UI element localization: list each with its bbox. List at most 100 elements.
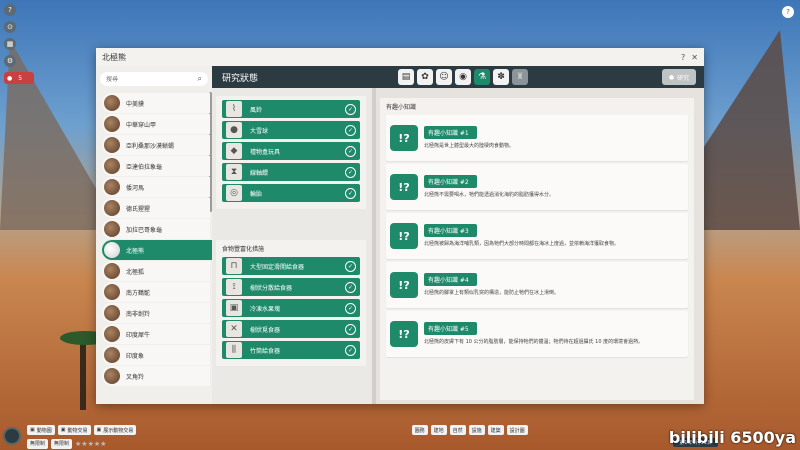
person-icon: ●	[668, 73, 675, 81]
list-item[interactable]: 中華穿山甲	[102, 114, 210, 134]
chip-label: 動物交易	[67, 427, 88, 434]
list-item[interactable]: 叉角羚	[102, 366, 210, 386]
list-item-selected[interactable]: 北極熊	[102, 240, 214, 260]
ice-block-icon: ▣	[226, 300, 242, 316]
snowball-icon: ●	[226, 122, 242, 138]
gear-icon[interactable]: ⚙	[4, 55, 16, 67]
trophy-icon[interactable]: ♜	[512, 69, 528, 85]
toolbar-label: 建地	[433, 427, 444, 434]
research-item[interactable]: ⫼ 竹筒給食器 ✓	[222, 341, 360, 359]
window-header: 北極熊 ? ✕	[96, 48, 704, 66]
toolbar-label: 建築	[490, 427, 501, 434]
list-item[interactable]: 印度犀牛	[102, 324, 210, 344]
doc-icon[interactable]: ▤	[398, 69, 414, 85]
left-hud: ? ⊙ ▦ ⚙ ● 5	[4, 4, 34, 84]
item-label: 禮物盒玩具	[250, 148, 281, 156]
list-item[interactable]: 倭河馬	[102, 177, 210, 197]
toolbar-button[interactable]: 設施	[468, 425, 485, 435]
facts-panel: 有趣小知識 !? 有趣小知識 #1 北極熊是世上體型最大的陸棲肉食動物。 !? 有趣小…	[380, 98, 694, 400]
check-icon: ✓	[345, 281, 356, 293]
calendar-icon[interactable]: ▦	[4, 38, 16, 50]
research-item[interactable]: ⊓ 大型固定滑開給食器 ✓	[222, 257, 360, 275]
person-icon: ●	[7, 74, 13, 82]
wind-chime-icon: ⌇	[226, 101, 242, 117]
animal-thumb	[104, 263, 120, 279]
check-icon: ✓	[345, 124, 356, 136]
exclaim-question-icon: !?	[390, 321, 418, 347]
bag-icon[interactable]: ◉	[455, 69, 471, 85]
animal-info-window: 北極熊 ? ✕ ⌕ 中美貘 中華穿山甲 亞利桑那沙漠蜥蜴 亞達伯拉象龜 倭河馬 …	[96, 48, 704, 404]
animal-name: 北極熊	[126, 247, 145, 255]
item-label: 竹筒給食器	[250, 347, 281, 355]
list-item[interactable]: 南方鶴鴕	[102, 282, 210, 302]
paw-icon[interactable]: ✽	[493, 69, 509, 85]
menu-icon[interactable]: ?	[4, 4, 16, 16]
help-button[interactable]: ?	[681, 53, 685, 62]
animal-name: 中美貘	[126, 100, 145, 108]
list-item[interactable]: 印度象	[102, 345, 210, 365]
fact-card: !? 有趣小知識 #2 北極熊不需要喝水，牠們能透過消化海豹的脂肪獲得水分。	[386, 164, 688, 210]
food-icon[interactable]: ✿	[417, 69, 433, 85]
animal-name: 德氏猩猩	[126, 205, 151, 213]
fact-card: !? 有趣小知識 #5 北極熊的皮膚下有 10 公分的脂肪層，能保持牠們的體溫；牠們…	[386, 311, 688, 357]
list-item[interactable]: 南非劍羚	[102, 303, 210, 323]
toolbar-button[interactable]: 建地	[430, 425, 447, 435]
zoo-button[interactable]: ▣ 動物園	[27, 425, 55, 435]
exclaim-question-icon: !?	[390, 223, 418, 249]
research-chip[interactable]: 無限制	[51, 438, 73, 449]
chip-label: 動物園	[36, 427, 52, 434]
exhibit-trade-button[interactable]: ▣ 展示動物交易	[93, 425, 137, 435]
help-icon[interactable]: ?	[782, 6, 794, 18]
toolbar-button[interactable]: 園務	[411, 425, 428, 435]
research-column: ⌇ 風鈴 ✓ ● 大雪球 ✓ ◆ 禮物盒玩具 ✓ ⧗ 線軸餵 ✓ ◎ 輪胎 ✓ 食物豐富化措施 ⊓ 大…	[212, 88, 372, 404]
animal-thumb	[104, 242, 120, 258]
fact-text: 北極熊被歸為海洋哺乳類，因為牠們大部分時間都在海冰上度過，並依賴海洋獲取食物。	[424, 241, 620, 247]
main-header: 研究狀態 ▤ ✿ ☺ ◉ ⚗ ✽ ♜ ● 研究	[212, 66, 704, 88]
toolbar-button[interactable]: 設計圖	[506, 425, 528, 435]
list-item[interactable]: 亞達伯拉象龜	[102, 156, 210, 176]
trade-icon: ▣	[60, 427, 66, 433]
fact-title: 有趣小知識 #1	[424, 126, 477, 139]
search-icon[interactable]: ⌕	[198, 74, 202, 84]
research-button[interactable]: ● 研究	[662, 69, 696, 85]
check-icon: ✓	[345, 103, 356, 115]
list-item[interactable]: 中美貘	[102, 93, 210, 113]
research-item[interactable]: ▣ 冷凍水果塊 ✓	[222, 299, 360, 317]
money-label: 無限制	[30, 441, 46, 447]
list-item[interactable]: 德氏猩猩	[102, 198, 210, 218]
list-item[interactable]: 加拉巴哥象龜	[102, 219, 210, 239]
close-button[interactable]: ✕	[691, 53, 698, 62]
toolbar-button[interactable]: 建築	[487, 425, 504, 435]
research-item[interactable]: ◎ 輪胎 ✓	[222, 184, 360, 202]
item-label: 線軸餵	[250, 169, 269, 177]
research-item[interactable]: ⟟ 樹狀分散給食器 ✓	[222, 278, 360, 296]
animal-name: 北極狐	[126, 268, 145, 276]
search-input[interactable]	[106, 75, 198, 83]
fact-text: 北極熊的腳掌上有類似乳突的構造，能防止牠們在冰上滑倒。	[424, 290, 560, 296]
rating-stars: ★★★★★	[75, 439, 107, 448]
research-item[interactable]: ✕ 樹狀覓食器 ✓	[222, 320, 360, 338]
guest-alert-button[interactable]: ● 5	[4, 72, 34, 84]
ring-icon[interactable]: ⊙	[4, 21, 16, 33]
animal-name: 倭河馬	[126, 184, 145, 192]
palm-tree	[80, 340, 86, 410]
animal-thumb	[104, 347, 120, 363]
search-box[interactable]: ⌕	[100, 72, 208, 86]
research-item[interactable]: ● 大雪球 ✓	[222, 121, 360, 139]
animal-thumb	[104, 284, 120, 300]
animal-trade-button[interactable]: ▣ 動物交易	[57, 425, 91, 435]
research-item[interactable]: ◆ 禮物盒玩具 ✓	[222, 142, 360, 160]
research-item[interactable]: ⧗ 線軸餵 ✓	[222, 163, 360, 181]
research-button-label: 研究	[677, 74, 690, 82]
feeding-section: 食物豐富化措施 ⊓ 大型固定滑開給食器 ✓ ⟟ 樹狀分散給食器 ✓ ▣ 冷凍水果塊 ✓ ✕ 樹…	[216, 240, 366, 366]
guest-icon[interactable]: ☺	[436, 69, 452, 85]
category-tabs: ▤ ✿ ☺ ◉ ⚗ ✽ ♜	[398, 69, 528, 85]
toolbar-button[interactable]: 自然	[449, 425, 466, 435]
list-item[interactable]: 北極狐	[102, 261, 210, 281]
money-chip[interactable]: 無限制	[27, 438, 49, 449]
branch-feeder-icon: ✕	[226, 321, 242, 337]
section-title: 食物豐富化措施	[222, 246, 265, 253]
list-item[interactable]: 亞利桑那沙漠蜥蜴	[102, 135, 210, 155]
flask-icon[interactable]: ⚗	[474, 69, 490, 85]
research-item[interactable]: ⌇ 風鈴 ✓	[222, 100, 360, 118]
